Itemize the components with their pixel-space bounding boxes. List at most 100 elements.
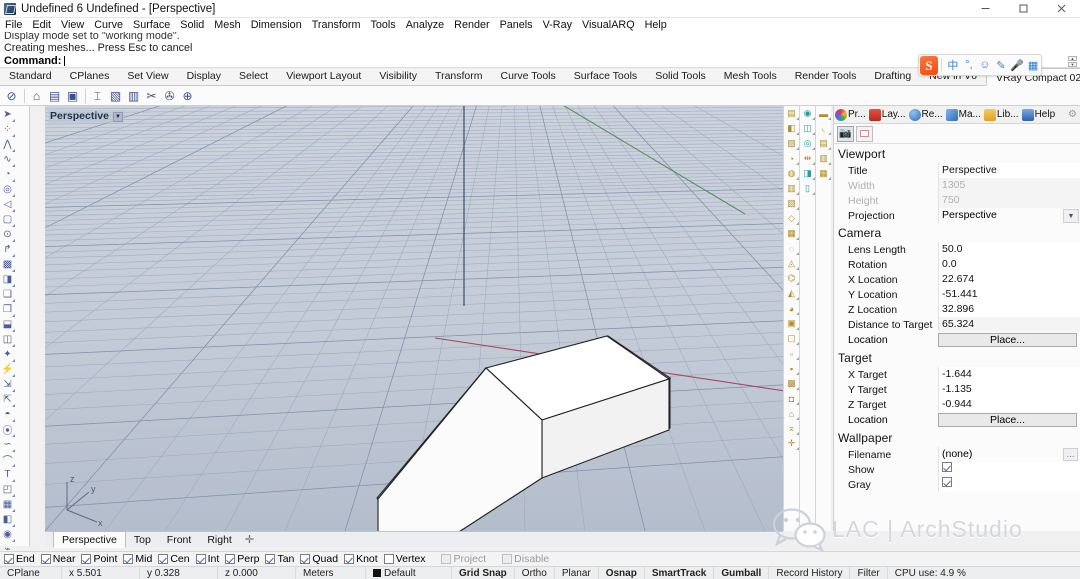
decal-icon[interactable]: ▧ xyxy=(784,196,799,211)
points-icon[interactable]: ⁘ xyxy=(0,122,15,137)
checkbox[interactable] xyxy=(158,554,169,564)
vray-batch-icon[interactable]: ⌂ xyxy=(784,406,799,421)
toolbar-tab-standard[interactable]: Standard xyxy=(0,68,61,85)
render-icon[interactable]: ◉ xyxy=(0,527,15,542)
property-row-camera-location[interactable]: Location Place... xyxy=(834,332,1080,348)
property-row-title[interactable]: Title Perspective xyxy=(834,163,1080,178)
status-toggle-ortho[interactable]: Ortho xyxy=(515,566,555,579)
menu-item-mesh[interactable]: Mesh xyxy=(209,18,245,32)
chinese-mode-icon[interactable]: 中 xyxy=(945,57,961,73)
property-value[interactable]: 50.0 xyxy=(938,242,1080,257)
punctuation-icon[interactable]: °, xyxy=(961,59,977,71)
property-row-distance-to-target[interactable]: Distance to Target 65.324 xyxy=(834,317,1080,332)
blend-icon[interactable]: ⌒ xyxy=(0,452,15,467)
vray-home-icon[interactable]: ⌅ xyxy=(784,421,799,436)
menu-item-solid[interactable]: Solid xyxy=(175,18,209,32)
menu-item-vray[interactable]: V-Ray xyxy=(538,18,577,32)
menu-item-panels[interactable]: Panels xyxy=(495,18,538,32)
property-row-z-target[interactable]: Z Target -0.944 xyxy=(834,397,1080,412)
circle-icon[interactable]: ◔ xyxy=(0,167,15,182)
sun-icon[interactable]: ◔ xyxy=(784,151,799,166)
environment-icon[interactable]: ◍ xyxy=(784,166,799,181)
curve-icon[interactable]: ◟ xyxy=(816,121,831,136)
status-cplane[interactable]: CPlane xyxy=(0,566,62,579)
property-row-projection[interactable]: Projection Perspective ▼ xyxy=(834,208,1080,223)
panel-tab-render[interactable]: Re... xyxy=(908,108,945,121)
property-row-rotation[interactable]: Rotation 0.0 xyxy=(834,257,1080,272)
property-row-filename[interactable]: Filename (none) … xyxy=(834,447,1080,462)
layer-color-swatch[interactable] xyxy=(373,568,381,577)
gear-icon[interactable]: ⚙ xyxy=(1068,109,1077,120)
spinner-down-icon[interactable]: ▼ xyxy=(1068,62,1077,67)
property-value[interactable]: -1.135 xyxy=(938,382,1080,397)
vray-proxy-icon[interactable]: ◬ xyxy=(784,256,799,271)
toolbar-tab-transform[interactable]: Transform xyxy=(426,68,491,85)
selection-arrow-icon[interactable]: ➤ xyxy=(0,107,15,122)
block-icon[interactable]: ▦ xyxy=(0,497,15,512)
osnap-tan[interactable]: Tan xyxy=(265,553,294,565)
texture-icon[interactable]: ▥ xyxy=(784,181,799,196)
light-icon[interactable]: ▨ xyxy=(784,136,799,151)
box-icon[interactable]: ❑ xyxy=(0,287,15,302)
target-place-button[interactable]: Place... xyxy=(938,413,1077,427)
checkbox[interactable] xyxy=(344,554,355,564)
print-icon[interactable]: ▣ xyxy=(64,87,81,104)
vray-fur-icon[interactable]: ⌬ xyxy=(784,271,799,286)
spinner-up-icon[interactable]: ▲ xyxy=(1068,56,1077,61)
status-toggle-grid-snap[interactable]: Grid Snap xyxy=(452,566,515,579)
property-row-y-location[interactable]: Y Location -51.441 xyxy=(834,287,1080,302)
menu-item-dimension[interactable]: Dimension xyxy=(246,18,307,32)
vray-frame-icon[interactable]: ▦ xyxy=(784,226,799,241)
property-row-x-location[interactable]: X Location 22.674 xyxy=(834,272,1080,287)
viewport-canvas[interactable]: z y x xyxy=(45,106,783,531)
status-toggle-record-history[interactable]: Record History xyxy=(769,566,851,579)
viewport-frame-icon[interactable] xyxy=(856,125,873,142)
image-icon[interactable]: ▥ xyxy=(816,151,831,166)
cylinder-icon[interactable]: ◫ xyxy=(800,121,815,136)
open-file-icon[interactable]: ⌂ xyxy=(28,87,45,104)
browse-ellipsis-icon[interactable]: … xyxy=(1063,448,1078,461)
property-row-lens-length[interactable]: Lens Length 50.0 xyxy=(834,242,1080,257)
polyline-icon[interactable]: ⋀ xyxy=(0,137,15,152)
checkbox[interactable] xyxy=(4,554,14,564)
menu-item-view[interactable]: View xyxy=(56,18,89,32)
property-value[interactable]: -1.644 xyxy=(938,367,1080,382)
maximize-icon[interactable] xyxy=(1004,0,1042,18)
chevron-down-icon[interactable]: ▼ xyxy=(112,111,123,122)
status-units[interactable]: Meters xyxy=(296,566,366,579)
sogou-logo-icon[interactable]: S xyxy=(920,55,938,75)
paste-icon[interactable]: ▥ xyxy=(125,87,142,104)
osnap-near[interactable]: Near xyxy=(40,553,75,565)
ime-floating-toolbar[interactable]: S 中 °, ☺ ✎ 🎤 ▦ xyxy=(918,54,1042,76)
cut-icon[interactable]: ⌶ xyxy=(89,87,106,104)
perspective-viewport[interactable]: z y x Perspective ▼ xyxy=(45,106,783,531)
text-icon[interactable]: T xyxy=(0,467,15,482)
toolbar-tab-solid-tools[interactable]: Solid Tools xyxy=(646,68,715,85)
menu-item-edit[interactable]: Edit xyxy=(27,18,56,32)
surface-tools-icon[interactable]: ◨ xyxy=(0,272,15,287)
mirror-3d-icon[interactable]: ⇹ xyxy=(800,151,815,166)
layout-icon[interactable]: ▦ xyxy=(816,166,831,181)
add-viewport-tab-icon[interactable]: ✛ xyxy=(240,532,259,548)
toolbar-tab-cplanes[interactable]: CPlanes xyxy=(61,68,119,85)
toolbar-tab-curve-tools[interactable]: Curve Tools xyxy=(492,68,565,85)
toolbar-tab-set-view[interactable]: Set View xyxy=(118,68,177,85)
menu-item-visualarq[interactable]: VisualARQ xyxy=(577,18,640,32)
curve-edit-icon[interactable]: ∽ xyxy=(0,437,15,452)
checkbox[interactable] xyxy=(225,554,236,564)
property-row-gray[interactable]: Gray xyxy=(834,477,1080,492)
window-icon[interactable]: ▤ xyxy=(816,136,831,151)
torus-icon[interactable]: ◎ xyxy=(800,136,815,151)
checkbox[interactable] xyxy=(81,554,92,564)
menu-item-surface[interactable]: Surface xyxy=(128,18,175,32)
toolbar-tab-visibility[interactable]: Visibility xyxy=(370,68,426,85)
menu-item-help[interactable]: Help xyxy=(640,18,672,32)
panel-tab-help[interactable]: Help xyxy=(1021,108,1058,121)
vray-plane-icon[interactable]: ▪ xyxy=(784,361,799,376)
status-toggle-planar[interactable]: Planar xyxy=(555,566,599,579)
toolbar-tab-select[interactable]: Select xyxy=(230,68,277,85)
panel-tab-materials[interactable]: Ma... xyxy=(945,108,983,121)
property-value[interactable]: 0.0 xyxy=(938,257,1080,272)
osnap-quad[interactable]: Quad xyxy=(300,553,338,565)
vray-tools-icon[interactable]: ▩ xyxy=(784,376,799,391)
